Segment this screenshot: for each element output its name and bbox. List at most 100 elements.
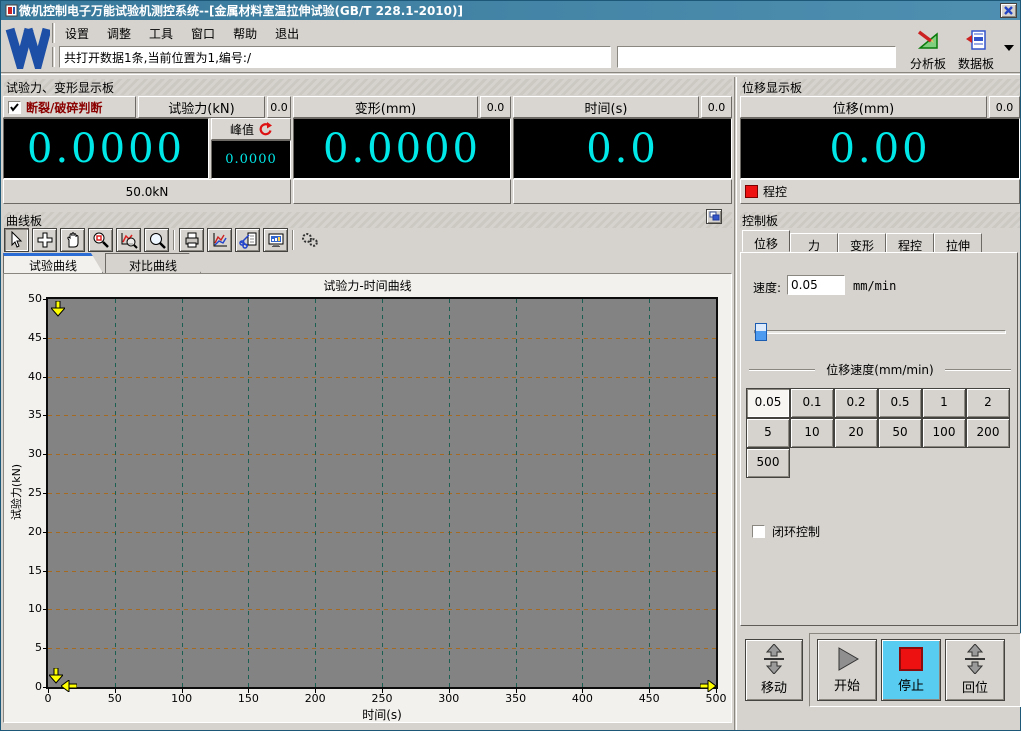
control-tab-2[interactable]: 变形 — [838, 233, 886, 253]
x-axis-label: 时间(s) — [362, 708, 402, 722]
deform-bottom-bar — [293, 179, 511, 204]
gridline-vertical — [582, 299, 584, 687]
control-tab-3[interactable]: 程控 — [886, 233, 934, 253]
curve-board-title: 曲线板 — [4, 212, 732, 228]
x-tick-label: 0 — [44, 692, 52, 705]
speed-button-1[interactable]: 1 — [922, 388, 966, 418]
curve-settings-button[interactable] — [207, 228, 232, 252]
speed-button-0.05[interactable]: 0.05 — [746, 388, 790, 418]
speed-button-0.1[interactable]: 0.1 — [790, 388, 834, 418]
speed-slider-track[interactable] — [754, 330, 1006, 334]
displacement-panel: 位移(mm) 0.0 0.00 程控 — [740, 96, 1020, 204]
pan-hand-button[interactable] — [60, 228, 85, 252]
speed-button-5[interactable]: 5 — [746, 418, 790, 448]
speed-button-20[interactable]: 20 — [834, 418, 878, 448]
display-board-title: 试验力、变形显示板 — [4, 79, 732, 95]
y-tick-label: 5 — [35, 641, 42, 655]
menu-item-5[interactable]: 退出 — [271, 23, 303, 43]
control-board-title: 控制板 — [740, 212, 1020, 228]
force-aux-value: 0.0 — [267, 96, 291, 118]
speed-unit: mm/min — [853, 279, 897, 293]
axis-marker-right-icon[interactable] — [700, 680, 716, 692]
deform-value-display: 0.0000 — [293, 118, 511, 179]
app-icon[interactable] — [5, 4, 18, 17]
stop-button[interactable]: 停止 — [881, 639, 941, 701]
closed-loop-checkbox[interactable]: 闭环控制 — [752, 523, 820, 540]
control-tab-4[interactable]: 拉伸 — [934, 233, 982, 253]
peak-reset-button[interactable]: 峰值 — [211, 118, 291, 140]
status-box: 共打开数据1条,当前位置为1,编号:/ — [59, 46, 611, 68]
y-tick-label: 15 — [28, 563, 42, 577]
x-tick-mark — [315, 689, 317, 693]
speed-button-50[interactable]: 50 — [878, 418, 922, 448]
copy-curve-button[interactable] — [235, 228, 260, 252]
deform-aux-value: 0.0 — [480, 96, 511, 118]
force-panel: 断裂/破碎判断 试验力(kN) 0.0 0.0000 峰值 0.0000 50.… — [3, 96, 291, 204]
zoom-button[interactable] — [144, 228, 169, 252]
speed-button-100[interactable]: 100 — [922, 418, 966, 448]
speed-button-0.2[interactable]: 0.2 — [834, 388, 878, 418]
zoom-box-button[interactable] — [88, 228, 113, 252]
marker-style-button[interactable] — [297, 228, 322, 252]
control-tab-1[interactable]: 力 — [790, 233, 838, 253]
y-tick-mark — [43, 493, 47, 494]
menu-item-4[interactable]: 帮助 — [229, 23, 261, 43]
tab-compare-curve[interactable]: 对比曲线 — [105, 253, 201, 273]
x-tick-label: 200 — [304, 692, 326, 705]
menu-bar: 设置 调整 工具 窗口 帮助 退出 — [61, 23, 303, 43]
menu-item-2[interactable]: 工具 — [145, 23, 177, 43]
close-button[interactable] — [1000, 3, 1017, 18]
control-tab-strip: 位移力变形 程控 拉伸 — [742, 230, 1018, 253]
menu-item-3[interactable]: 窗口 — [187, 23, 219, 43]
menu-item-1[interactable]: 调整 — [103, 23, 135, 43]
home-button[interactable]: 回位 — [945, 639, 1005, 701]
x-tick-mark — [448, 689, 450, 693]
move-button[interactable]: 移动 — [745, 639, 803, 701]
axis-marker-top-icon[interactable] — [51, 301, 65, 317]
control-tab-0[interactable]: 位移 — [742, 230, 790, 252]
x-tick-mark — [515, 689, 517, 693]
control-tab-content: 速度: mm/min 位移速度(mm/min) 0.050.10.20.5125… — [740, 252, 1018, 626]
speed-button-500[interactable]: 500 — [746, 448, 790, 478]
return-icon — [965, 644, 985, 674]
y-tick-label: 20 — [28, 524, 42, 538]
y-tick-label: 30 — [28, 447, 42, 461]
data-board-button[interactable]: 数据板 — [952, 28, 1000, 71]
toolbar-overflow-chevron-icon[interactable] — [1004, 45, 1014, 51]
axis-marker-origin-left-icon[interactable] — [61, 680, 77, 692]
curve-toolbar — [3, 228, 732, 254]
speed-slider-thumb[interactable] — [755, 323, 767, 341]
crosshair-move-button[interactable] — [32, 228, 57, 252]
brand-logo — [5, 27, 50, 69]
menu-item-0[interactable]: 设置 — [61, 23, 93, 43]
speed-button-200[interactable]: 200 — [966, 418, 1010, 448]
speed-button-0.5[interactable]: 0.5 — [878, 388, 922, 418]
print-button[interactable] — [179, 228, 204, 252]
gears-icon — [301, 233, 318, 247]
zoom-curve-button[interactable] — [116, 228, 141, 252]
break-judge-checkbox[interactable]: 断裂/破碎判断 — [3, 96, 136, 118]
tab-test-curve[interactable]: 试验曲线 — [3, 253, 103, 273]
select-cursor-button[interactable] — [4, 228, 29, 252]
speed-button-2[interactable]: 2 — [966, 388, 1010, 418]
start-button[interactable]: 开始 — [817, 639, 877, 701]
refresh-icon — [259, 122, 272, 136]
gridline-vertical — [248, 299, 250, 687]
deform-header: 变形(mm) — [293, 96, 478, 118]
peak-value-display: 0.0000 — [211, 140, 291, 179]
float-panel-button[interactable] — [706, 209, 722, 224]
peak-label: 峰值 — [229, 122, 254, 137]
force-range-label: 50.0kN — [3, 179, 291, 204]
display-settings-button[interactable] — [263, 228, 288, 252]
title-bar[interactable]: 微机控制电子万能试验机测控系统--[金属材料室温拉伸试验(GB/T 228.1-… — [1, 1, 1020, 20]
x-tick-label: 100 — [171, 692, 193, 705]
speed-input[interactable] — [787, 275, 845, 295]
displacement-bottom-bar: 程控 — [740, 179, 1020, 204]
toolbar-separator — [173, 230, 175, 250]
y-tick-mark — [43, 454, 47, 456]
y-tick-label: 10 — [28, 602, 42, 616]
analysis-board-button[interactable]: 分析板 — [904, 28, 952, 71]
speed-button-10[interactable]: 10 — [790, 418, 834, 448]
chart-title: 试验力-时间曲线 — [5, 275, 730, 293]
displacement-aux-value: 0.0 — [989, 96, 1020, 118]
